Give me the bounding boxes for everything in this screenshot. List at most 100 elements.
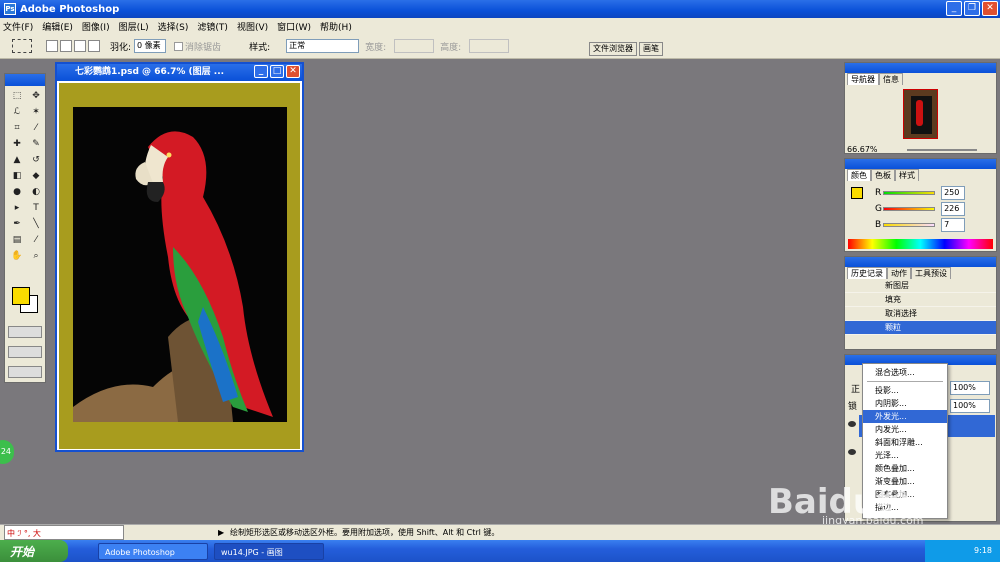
tab-swatches[interactable]: 色板 <box>871 169 895 181</box>
menu-filter[interactable]: 滤镜(T) <box>197 20 228 33</box>
hand-icon[interactable]: ✋ <box>8 249 26 264</box>
restore-button[interactable]: ❐ <box>964 1 980 16</box>
screen-mode-icon[interactable] <box>8 346 42 358</box>
move-icon[interactable]: ✥ <box>27 89 45 104</box>
navigator-thumbnail[interactable] <box>903 89 938 139</box>
tab-actions[interactable]: 动作 <box>887 267 911 279</box>
subtract-selection-icon[interactable] <box>74 40 86 52</box>
menu-item-bevel-emboss[interactable]: 斜面和浮雕... <box>863 436 947 449</box>
path-select-icon[interactable]: ▸ <box>8 201 26 216</box>
menu-image[interactable]: 图像(I) <box>82 20 110 33</box>
stamp-icon[interactable]: ▲ <box>8 153 26 168</box>
tab-color[interactable]: 颜色 <box>847 169 871 181</box>
crop-icon[interactable]: ⌗ <box>8 121 26 136</box>
doc-close-button[interactable]: ✕ <box>286 65 300 78</box>
navigator-header[interactable] <box>845 63 996 73</box>
menu-view[interactable]: 视图(V) <box>237 20 268 33</box>
toolbox-header[interactable] <box>5 74 45 86</box>
start-button[interactable]: 开始 <box>0 540 68 562</box>
history-item[interactable]: 填充 <box>845 293 996 307</box>
layer-visibility-icon[interactable] <box>848 449 856 455</box>
foreground-color-swatch[interactable] <box>12 287 30 305</box>
g-slider[interactable] <box>883 207 936 211</box>
task-photoshop[interactable]: Adobe Photoshop <box>98 542 208 560</box>
menu-select[interactable]: 选择(S) <box>158 20 189 33</box>
eraser-icon[interactable]: ◧ <box>8 169 26 184</box>
r-input[interactable]: 250 <box>941 186 965 200</box>
menu-item-outer-glow[interactable]: 外发光... <box>863 410 947 423</box>
doc-maximize-button[interactable]: □ <box>270 65 284 78</box>
new-selection-icon[interactable] <box>46 40 58 52</box>
history-item[interactable]: 取消选择 <box>845 307 996 321</box>
fill-input[interactable]: 100% <box>950 399 990 413</box>
eyedropper-icon[interactable]: ⁄ <box>27 233 45 248</box>
lasso-icon[interactable]: ℒ <box>8 105 26 120</box>
history-item-selected[interactable]: 颗粒 <box>845 321 996 335</box>
style-select[interactable]: 正常 <box>286 39 360 53</box>
brush-icon[interactable]: ✎ <box>27 137 45 152</box>
menu-item-inner-shadow[interactable]: 内阴影... <box>863 397 947 410</box>
intersect-selection-icon[interactable] <box>88 40 100 52</box>
g-input[interactable]: 226 <box>941 202 965 216</box>
width-input[interactable] <box>394 39 435 53</box>
minimize-button[interactable]: _ <box>946 1 962 16</box>
menu-layer[interactable]: 图层(L) <box>119 20 149 33</box>
menu-item-blending-options[interactable]: 混合选项... <box>863 366 947 379</box>
quick-mask-icon[interactable] <box>8 326 42 338</box>
menu-item-drop-shadow[interactable]: 投影... <box>863 384 947 397</box>
ime-bar[interactable]: 中 ℐ °, 大 <box>4 525 124 540</box>
add-selection-icon[interactable] <box>60 40 72 52</box>
type-icon[interactable]: T <box>27 201 45 216</box>
antialias-checkbox[interactable] <box>174 41 184 51</box>
tab-file-browser[interactable]: 文件浏览器 <box>589 42 637 56</box>
b-slider[interactable] <box>883 223 936 227</box>
pen-icon[interactable]: ✒ <box>8 217 26 232</box>
magic-wand-icon[interactable]: ✶ <box>27 105 45 120</box>
task-paint[interactable]: wu14.JPG - 画图 <box>214 542 324 560</box>
bucket-icon[interactable]: ◆ <box>27 169 45 184</box>
color-header[interactable] <box>845 159 996 169</box>
menu-edit[interactable]: 编辑(E) <box>42 20 73 33</box>
rect-marquee-icon[interactable]: ⬚ <box>8 89 26 104</box>
canvas-frame[interactable] <box>59 83 300 449</box>
line-icon[interactable]: ╲ <box>27 217 45 232</box>
tab-info[interactable]: 信息 <box>879 73 903 85</box>
history-item[interactable]: 新图层 <box>845 279 996 293</box>
feather-input[interactable]: 0 像素 <box>134 39 167 53</box>
zoom-slider[interactable] <box>907 149 977 151</box>
doc-minimize-button[interactable]: _ <box>254 65 268 78</box>
menu-item-satin[interactable]: 光泽... <box>863 449 947 462</box>
tab-brushes[interactable]: 画笔 <box>639 42 663 56</box>
layer-visibility-icon[interactable] <box>848 421 856 427</box>
opacity-input[interactable]: 100% <box>950 381 990 395</box>
blur-icon[interactable]: ● <box>8 185 26 200</box>
close-button[interactable]: ✕ <box>982 1 998 16</box>
r-slider[interactable] <box>883 191 936 195</box>
blend-mode-select[interactable]: 正 <box>851 382 860 395</box>
play-arrow-icon: ▶ <box>218 528 225 537</box>
history-header[interactable] <box>845 257 996 267</box>
b-input[interactable]: 7 <box>941 218 965 232</box>
navigator-zoom[interactable]: 66.67% <box>847 145 878 154</box>
notes-icon[interactable]: ▤ <box>8 233 26 248</box>
menu-item-inner-glow[interactable]: 内发光... <box>863 423 947 436</box>
history-brush-icon[interactable]: ↺ <box>27 153 45 168</box>
menu-file[interactable]: 文件(F) <box>3 20 33 33</box>
marquee-tool-icon[interactable] <box>12 39 32 53</box>
slice-icon[interactable]: ⁄ <box>27 121 45 136</box>
healing-icon[interactable]: ✚ <box>8 137 26 152</box>
color-ramp[interactable] <box>848 239 993 249</box>
tab-tool-presets[interactable]: 工具预设 <box>911 267 951 279</box>
tab-navigator[interactable]: 导航器 <box>847 73 879 85</box>
menu-window[interactable]: 窗口(W) <box>277 20 311 33</box>
zoom-icon[interactable]: ⌕ <box>27 249 45 264</box>
height-input[interactable] <box>469 39 510 53</box>
imageready-icon[interactable] <box>8 366 42 378</box>
menu-help[interactable]: 帮助(H) <box>320 20 352 33</box>
tab-history[interactable]: 历史记录 <box>847 267 887 279</box>
color-fg-swatch[interactable] <box>851 187 863 199</box>
clock[interactable]: 9:18 <box>974 546 992 555</box>
tab-styles[interactable]: 样式 <box>895 169 919 181</box>
dodge-icon[interactable]: ◐ <box>27 185 45 200</box>
document-titlebar[interactable]: 七彩鹦鹉1.psd @ 66.7% (图层 ... _ □ ✕ <box>57 64 302 81</box>
